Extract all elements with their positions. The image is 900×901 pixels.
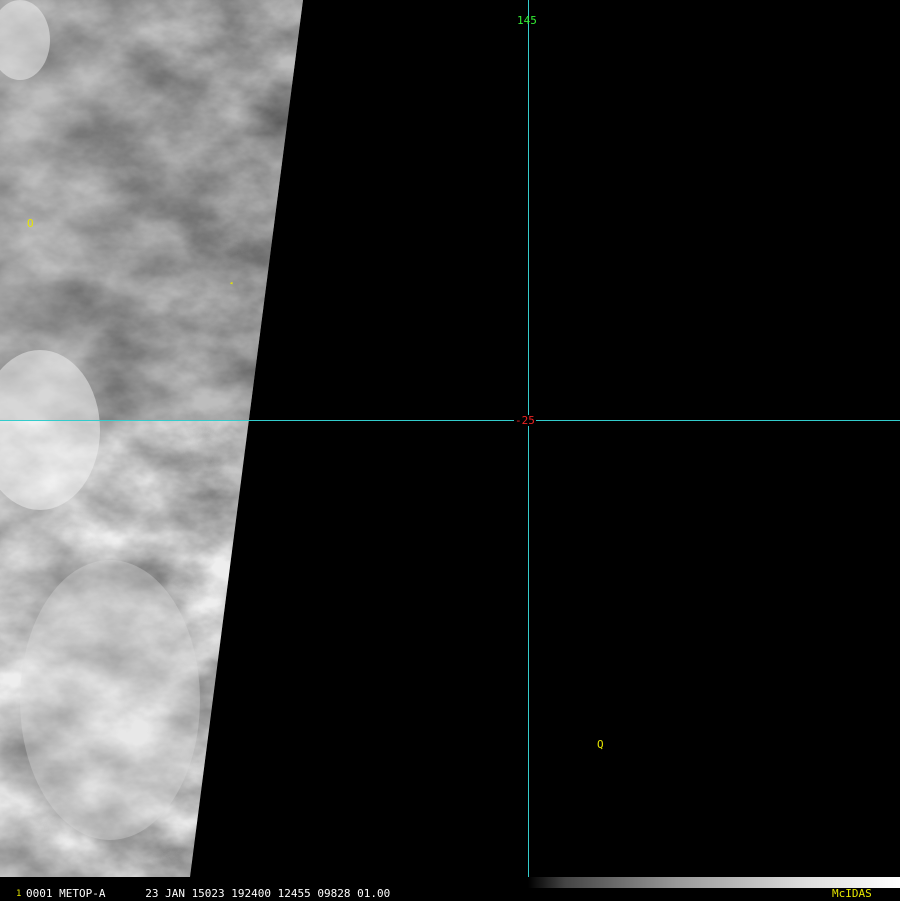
satellite-image-view[interactable]: 145 -25 O ◂ Q bbox=[0, 0, 900, 877]
image-info-text: 0001 METOP-A 23 JAN 15023 192400 12455 0… bbox=[26, 887, 391, 900]
station-marker-q: Q bbox=[597, 738, 604, 751]
latitude-line bbox=[0, 420, 900, 421]
latitude-label: -25 bbox=[514, 414, 536, 427]
cloud-swath bbox=[0, 0, 303, 877]
mcidas-brand: McIDAS bbox=[832, 887, 872, 900]
longitude-line bbox=[528, 0, 529, 877]
station-marker-o: O bbox=[27, 217, 34, 230]
frame-number: 1 bbox=[16, 889, 22, 899]
longitude-label: 145 bbox=[517, 14, 537, 27]
station-marker-triangle: ◂ bbox=[229, 279, 234, 287]
status-bar: 1 0001 METOP-A 23 JAN 15023 192400 12455… bbox=[0, 877, 900, 900]
